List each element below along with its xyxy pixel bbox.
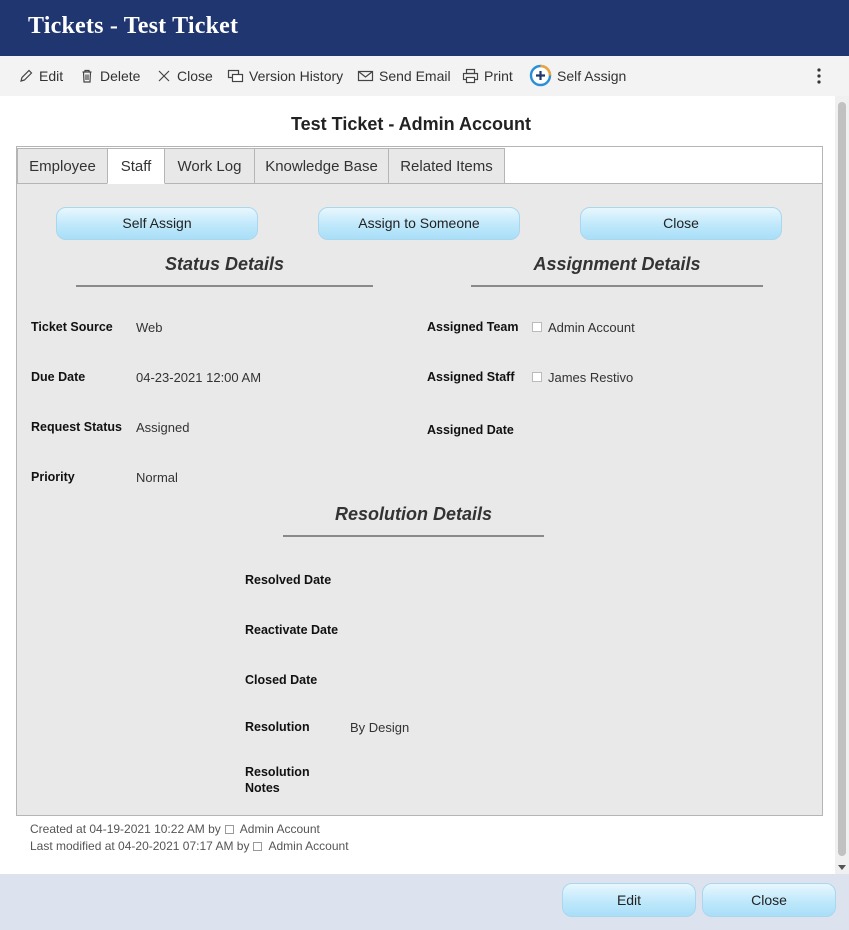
created-by[interactable]: Admin Account	[240, 822, 320, 836]
resolution-label: Resolution	[245, 720, 310, 734]
vertical-scrollbar[interactable]	[835, 96, 849, 874]
edit-toolbar-label: Edit	[39, 68, 64, 84]
ticket-source-label: Ticket Source	[31, 320, 113, 334]
resolution-details-heading: Resolution Details	[334, 504, 493, 524]
ticket-source-value: Web	[136, 320, 163, 335]
modified-text: Last modified at 04-20-2021 07:17 AM by	[30, 839, 250, 853]
send-email-toolbar-button[interactable]: Send Email	[357, 66, 451, 86]
resolution-value: By Design	[350, 720, 410, 735]
print-toolbar-button[interactable]: Print	[462, 66, 513, 86]
assigned-staff-value[interactable]: James Restivo	[548, 370, 633, 385]
resolution-notes-label-line2: Notes	[245, 781, 280, 795]
pencil-icon	[20, 69, 33, 82]
modified-by[interactable]: Admin Account	[268, 839, 348, 853]
footer-close-button[interactable]: Close	[702, 883, 836, 917]
created-by-avatar-icon	[224, 825, 234, 834]
self-assign-toolbar-button[interactable]: Self Assign	[529, 64, 627, 86]
status-details-heading: Status Details	[164, 254, 285, 274]
priority-label: Priority	[31, 470, 75, 484]
tab-related-items[interactable]: Related Items	[388, 148, 505, 184]
assignment-details-heading: Assignment Details	[533, 254, 701, 274]
assigned-team-label: Assigned Team	[427, 320, 519, 334]
assigned-staff-label: Assigned Staff	[427, 370, 515, 384]
delete-toolbar-button[interactable]: Delete	[79, 66, 140, 86]
due-date-value: 04-23-2021 12:00 AM	[136, 370, 262, 385]
delete-toolbar-label: Delete	[100, 68, 141, 84]
staff-tab-panel	[17, 183, 822, 815]
version-history-toolbar-label: Version History	[249, 68, 344, 84]
created-info: Created at 04-19-2021 10:22 AM by Admin A…	[30, 822, 320, 836]
tab-employee[interactable]: Employee	[17, 148, 108, 184]
close-toolbar-button[interactable]: Close	[156, 66, 213, 86]
trash-icon	[82, 69, 92, 83]
close-action-button[interactable]: Close	[580, 207, 782, 240]
priority-value: Normal	[136, 470, 178, 485]
toolbar: Edit Delete Close Version History Send E…	[0, 56, 849, 96]
window-title: Tickets - Test Ticket	[28, 13, 239, 39]
printer-icon	[462, 68, 479, 84]
version-history-icon	[227, 69, 244, 83]
resolution-details-divider	[283, 535, 544, 537]
edit-toolbar-button[interactable]: Edit	[18, 66, 63, 86]
title-bar: Tickets - Test Ticket	[0, 0, 849, 56]
tab-work-log[interactable]: Work Log	[164, 148, 255, 184]
self-assign-button[interactable]: Self Assign	[56, 207, 258, 240]
resolution-notes-label-line1: Resolution	[245, 765, 310, 779]
scroll-down-arrow-icon[interactable]	[838, 865, 846, 870]
modified-by-avatar-icon	[253, 842, 263, 851]
print-toolbar-label: Print	[484, 68, 513, 84]
self-assign-toolbar-label: Self Assign	[557, 68, 627, 84]
due-date-label: Due Date	[31, 370, 86, 384]
status-details-divider	[76, 285, 373, 287]
modified-info: Last modified at 04-20-2021 07:17 AM by A…	[30, 839, 349, 853]
close-toolbar-label: Close	[177, 68, 213, 84]
assigned-date-label: Assigned Date	[427, 423, 514, 437]
closed-date-label: Closed Date	[245, 673, 318, 687]
request-status-label: Request Status	[31, 420, 122, 434]
ticket-heading: Test Ticket - Admin Account	[290, 114, 532, 134]
assigned-team-value[interactable]: Admin Account	[548, 320, 635, 335]
reactivate-date-label: Reactivate Date	[245, 623, 339, 637]
resolved-date-label: Resolved Date	[245, 573, 332, 587]
request-status-value: Assigned	[136, 420, 190, 435]
footer-bar: Edit Close	[0, 874, 849, 930]
assignment-details-divider	[471, 285, 763, 287]
close-icon	[158, 70, 170, 82]
scrollbar-thumb[interactable]	[838, 102, 846, 856]
more-options-icon[interactable]	[815, 66, 823, 86]
created-text: Created at 04-19-2021 10:22 AM by	[30, 822, 221, 836]
send-email-toolbar-label: Send Email	[379, 68, 451, 84]
version-history-toolbar-button[interactable]: Version History	[227, 66, 343, 86]
envelope-icon	[357, 70, 374, 82]
tab-staff[interactable]: Staff	[107, 148, 165, 184]
assigned-team-avatar-icon	[532, 322, 542, 332]
assigned-staff-avatar-icon	[532, 372, 542, 382]
tab-knowledge-base[interactable]: Knowledge Base	[254, 148, 389, 184]
self-assign-icon	[529, 64, 552, 86]
assign-to-someone-button[interactable]: Assign to Someone	[318, 207, 520, 240]
footer-edit-button[interactable]: Edit	[562, 883, 696, 917]
